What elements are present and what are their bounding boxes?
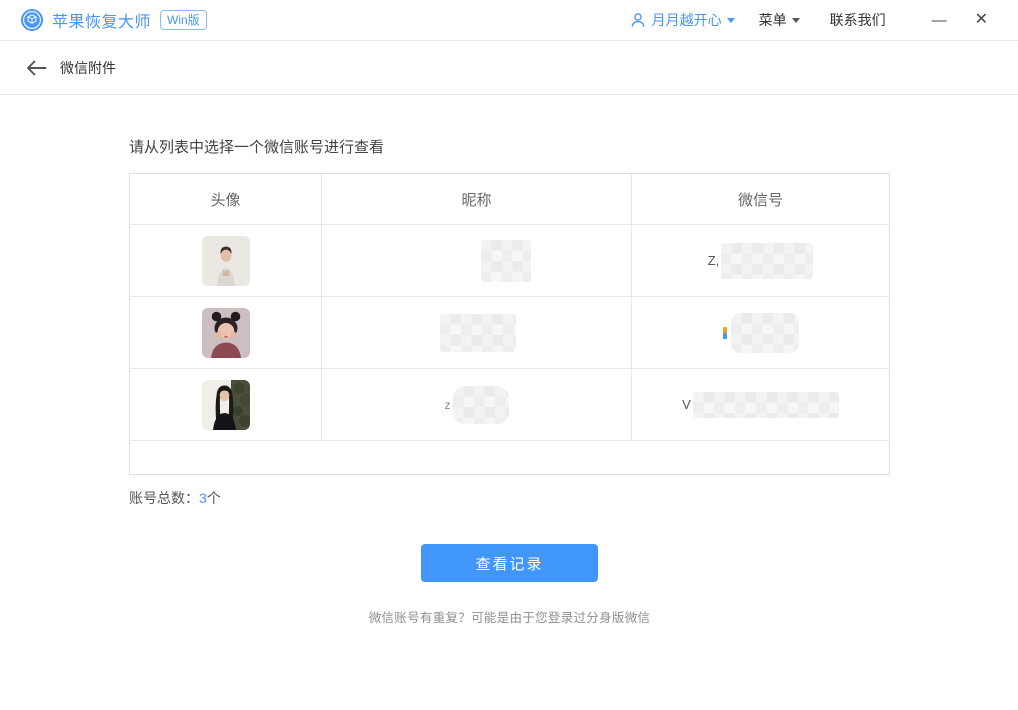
accounts-table: 头像 昵称 微信号 <box>129 173 890 475</box>
column-header-wechat-id: 微信号 <box>632 174 889 224</box>
duplicate-hint-text: 微信账号有重复？可能是由于您登录过分身版微信 <box>129 607 890 626</box>
account-total-unit: 个 <box>207 490 221 506</box>
arrow-left-icon <box>25 60 47 76</box>
colored-glyph-fragment <box>723 327 727 339</box>
nickname-cell <box>322 297 632 368</box>
chevron-down-icon <box>792 18 800 23</box>
nickname-cell: z <box>322 369 632 440</box>
avatar-cell <box>130 369 322 440</box>
contact-link[interactable]: 联系我们 <box>830 10 886 30</box>
avatar-image <box>202 236 250 286</box>
main-content: 请从列表中选择一个微信账号进行查看 头像 昵称 微信号 <box>0 136 1018 626</box>
redacted-wechat-id <box>693 392 839 418</box>
avatar-image <box>202 380 250 430</box>
wechat-id-cell: Z, <box>632 225 889 296</box>
redacted-nickname <box>440 314 516 352</box>
redacted-wechat-id <box>731 313 799 353</box>
back-button[interactable] <box>25 60 47 76</box>
table-header-row: 头像 昵称 微信号 <box>130 174 889 224</box>
table-row[interactable]: Z, <box>130 224 889 296</box>
account-total-count: 3 <box>199 490 207 506</box>
redacted-nickname <box>453 386 509 424</box>
app-brand: 苹果恢复大师 Win版 <box>20 8 207 32</box>
minimize-button[interactable]: — <box>932 13 947 28</box>
titlebar-actions: 月月越开心 菜单 联系我们 — ✕ <box>630 10 988 30</box>
table-row[interactable] <box>130 296 889 368</box>
instruction-text: 请从列表中选择一个微信账号进行查看 <box>129 136 1018 157</box>
account-total-label: 账号总数： <box>129 490 199 506</box>
wechat-id-cell <box>632 297 889 368</box>
user-icon <box>630 12 646 28</box>
column-header-nickname: 昵称 <box>322 174 632 224</box>
close-button[interactable]: ✕ <box>975 12 988 28</box>
nickname-cell <box>322 225 632 296</box>
version-badge: Win版 <box>160 10 207 30</box>
avatar-cell <box>130 297 322 368</box>
chevron-down-icon <box>727 18 735 23</box>
avatar-image <box>202 308 250 358</box>
app-logo-icon <box>20 8 44 32</box>
redacted-wechat-id <box>721 243 813 279</box>
page-title: 微信附件 <box>60 58 116 78</box>
app-title: 苹果恢复大师 <box>52 8 151 32</box>
action-area: 查看记录 微信账号有重复？可能是由于您登录过分身版微信 <box>129 508 890 626</box>
avatar-cell <box>130 225 322 296</box>
column-header-avatar: 头像 <box>130 174 322 224</box>
menu-dropdown[interactable]: 菜单 <box>759 10 800 30</box>
menu-label: 菜单 <box>759 10 787 30</box>
account-total: 账号总数：3个 <box>129 488 1018 508</box>
account-menu[interactable]: 月月越开心 <box>630 10 735 30</box>
page-header: 微信附件 <box>0 41 1018 95</box>
wechat-id-visible-fragment: V <box>682 397 691 412</box>
view-records-button[interactable]: 查看记录 <box>421 544 598 582</box>
account-name: 月月越开心 <box>652 10 722 30</box>
wechat-id-cell: V <box>632 369 889 440</box>
titlebar: 苹果恢复大师 Win版 月月越开心 菜单 联系我们 — ✕ <box>0 0 1018 41</box>
redacted-nickname <box>481 240 531 282</box>
wechat-id-visible-fragment: Z, <box>708 253 720 268</box>
table-footer-row <box>130 440 889 474</box>
table-row[interactable]: z V <box>130 368 889 440</box>
nickname-visible-fragment: z <box>445 398 451 412</box>
